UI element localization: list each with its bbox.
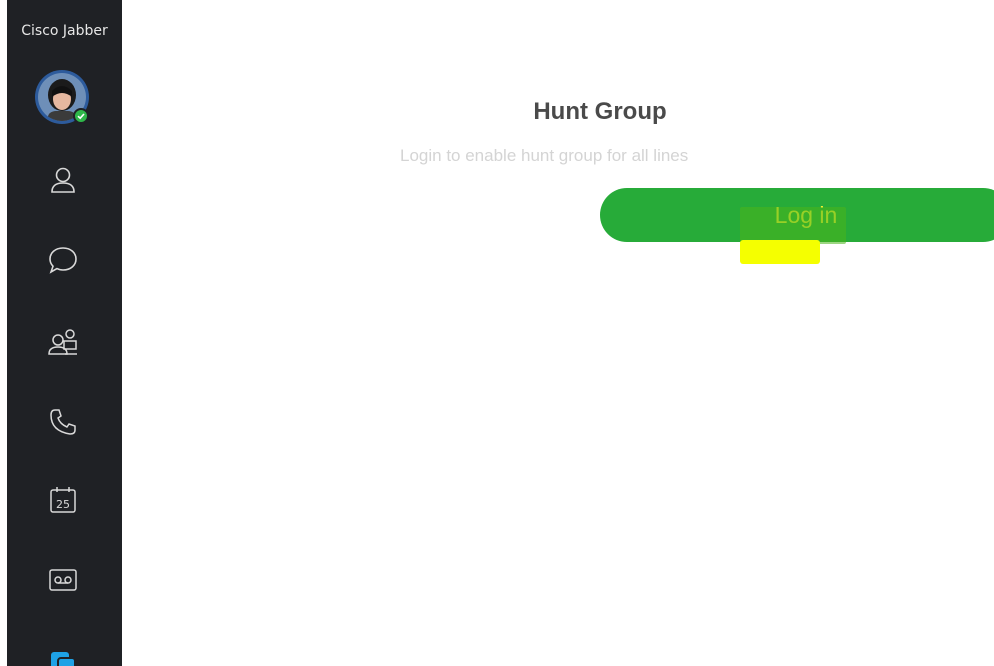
group-icon bbox=[48, 329, 77, 355]
main-panel: Hunt Group Login to enable hunt group fo… bbox=[122, 0, 994, 666]
jabber-window: Cisco Jabber 25 Hunt Group Login to enab… bbox=[0, 0, 994, 666]
phone-icon bbox=[50, 409, 76, 435]
avatar[interactable] bbox=[35, 70, 89, 124]
sidebar: Cisco Jabber 25 bbox=[7, 0, 122, 666]
presence-available-icon bbox=[73, 108, 89, 124]
person-icon bbox=[51, 167, 75, 193]
page-title: Hunt Group bbox=[533, 98, 667, 125]
annotation-highlight-mark bbox=[740, 240, 820, 264]
calendar-badge: 25 bbox=[56, 498, 70, 511]
sidebar-item-calls[interactable] bbox=[41, 400, 85, 444]
sidebar-item-calendar[interactable]: 25 bbox=[41, 478, 85, 522]
chat-bubble-icon bbox=[49, 247, 77, 274]
sidebar-item-meetings[interactable] bbox=[41, 320, 85, 364]
sidebar-item-custom[interactable] bbox=[41, 638, 85, 666]
stacked-windows-icon bbox=[51, 652, 76, 666]
sidebar-item-voicemail[interactable] bbox=[41, 558, 85, 602]
hunt-group-description: Login to enable hunt group for all lines bbox=[400, 146, 689, 165]
sidebar-item-chats[interactable] bbox=[41, 238, 85, 282]
voicemail-icon bbox=[49, 569, 77, 591]
app-title: Cisco Jabber bbox=[7, 0, 122, 56]
annotation-highlight bbox=[740, 207, 846, 244]
calendar-icon: 25 bbox=[50, 487, 76, 513]
sidebar-item-contacts[interactable] bbox=[41, 158, 85, 202]
